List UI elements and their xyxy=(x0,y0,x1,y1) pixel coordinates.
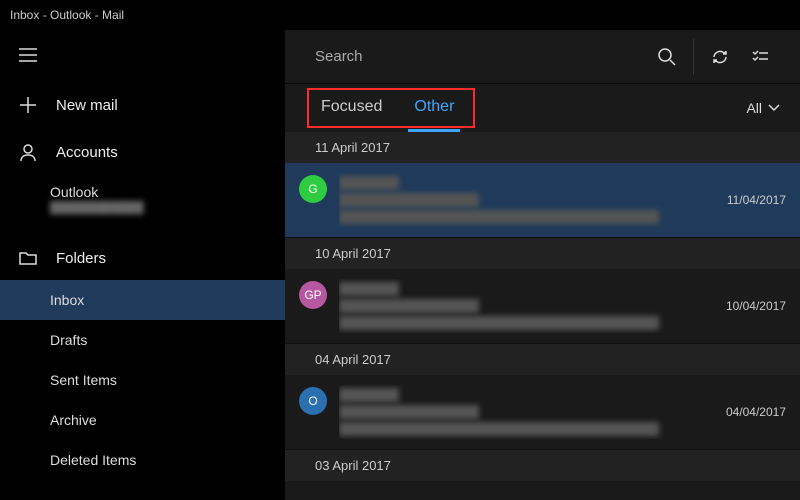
accounts-header[interactable]: Accounts xyxy=(0,130,285,174)
avatar: G xyxy=(299,175,327,203)
tab-other[interactable]: Other xyxy=(408,84,460,132)
hamburger-icon xyxy=(18,48,38,62)
avatar: GP xyxy=(299,281,327,309)
account-item-outlook[interactable]: Outlook ████████████ xyxy=(0,174,285,224)
window-title: Inbox - Outlook - Mail xyxy=(10,8,124,22)
search-button[interactable] xyxy=(647,37,687,77)
folders-label: Folders xyxy=(56,250,106,267)
folder-deleted[interactable]: Deleted Items xyxy=(0,440,285,480)
message-date: 04/04/2017 xyxy=(726,405,786,419)
checklist-icon xyxy=(751,48,769,66)
account-email-redacted: ████████████ xyxy=(50,202,144,214)
message-row[interactable]: G 11/04/2017 xyxy=(285,163,800,238)
message-list: 11 April 2017 G 11/04/2017 10 April 2017 GP 1… xyxy=(285,132,800,481)
date-group-header: 03 April 2017 xyxy=(285,450,800,481)
folder-drafts[interactable]: Drafts xyxy=(0,320,285,360)
search-input[interactable]: Search xyxy=(315,48,363,65)
tab-focused[interactable]: Focused xyxy=(315,84,388,132)
hamburger-button[interactable] xyxy=(0,30,285,80)
new-mail-button[interactable]: New mail xyxy=(0,80,285,130)
search-bar: Search xyxy=(285,30,800,84)
new-mail-label: New mail xyxy=(56,97,118,114)
message-preview xyxy=(339,385,714,439)
sidebar: New mail Accounts Outlook ████████████ F… xyxy=(0,30,285,500)
folders-header[interactable]: Folders xyxy=(0,236,285,280)
folder-icon xyxy=(18,251,38,265)
date-group-header: 11 April 2017 xyxy=(285,132,800,163)
person-icon xyxy=(18,143,38,161)
search-icon xyxy=(658,48,676,66)
folder-archive[interactable]: Archive xyxy=(0,400,285,440)
chevron-down-icon xyxy=(768,104,780,112)
filter-dropdown[interactable]: All xyxy=(746,100,780,116)
message-pane: Search Focused Other All 11 April 2017 G xyxy=(285,30,800,500)
folder-sent[interactable]: Sent Items xyxy=(0,360,285,400)
divider xyxy=(693,39,694,75)
account-name: Outlook xyxy=(50,184,98,200)
folder-inbox[interactable]: Inbox xyxy=(0,280,285,320)
message-date: 10/04/2017 xyxy=(726,299,786,313)
plus-icon xyxy=(18,97,38,113)
tabs-row: Focused Other All xyxy=(285,84,800,132)
title-bar: Inbox - Outlook - Mail xyxy=(0,0,800,30)
date-group-header: 10 April 2017 xyxy=(285,238,800,269)
avatar: O xyxy=(299,387,327,415)
message-row[interactable]: O 04/04/2017 xyxy=(285,375,800,450)
filter-label: All xyxy=(746,100,762,116)
message-row[interactable]: GP 10/04/2017 xyxy=(285,269,800,344)
refresh-icon xyxy=(711,48,729,66)
accounts-label: Accounts xyxy=(56,144,118,161)
message-preview xyxy=(339,279,714,333)
refresh-button[interactable] xyxy=(700,37,740,77)
message-preview xyxy=(339,173,715,227)
message-date: 11/04/2017 xyxy=(727,193,786,207)
settings-button[interactable] xyxy=(740,37,780,77)
date-group-header: 04 April 2017 xyxy=(285,344,800,375)
